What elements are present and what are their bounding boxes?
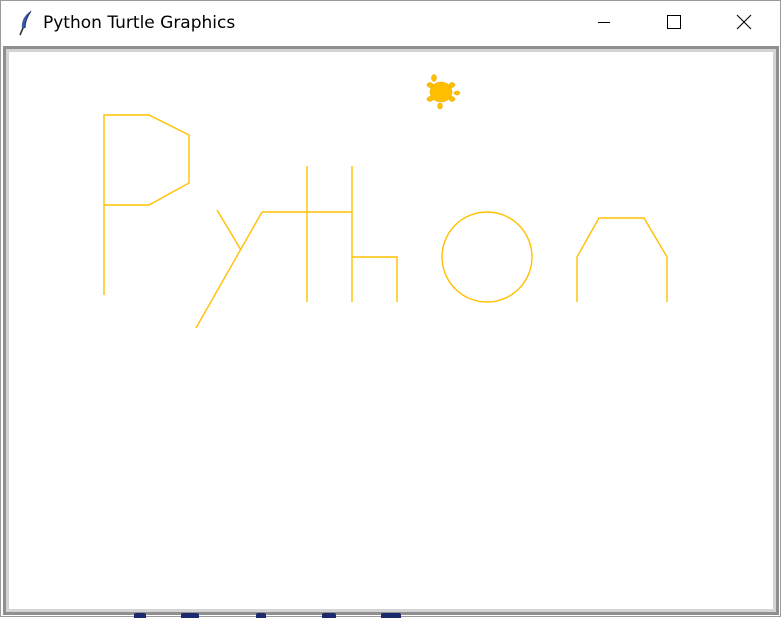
canvas-frame — [3, 46, 779, 615]
maximize-icon — [666, 14, 682, 34]
letter-p-stroke — [103, 114, 190, 295]
letter-y-stroke-left — [216, 209, 242, 251]
turtle-window: Python Turtle Graphics — [0, 0, 781, 618]
letter-n-stroke — [576, 217, 668, 302]
close-icon — [736, 14, 752, 34]
title-bar[interactable]: Python Turtle Graphics — [1, 1, 780, 46]
maximize-button[interactable] — [639, 1, 709, 46]
turtle-canvas[interactable] — [9, 52, 773, 609]
window-title: Python Turtle Graphics — [43, 13, 236, 33]
letter-o-stroke — [441, 211, 533, 303]
close-button[interactable] — [709, 1, 779, 46]
turtle-icon — [426, 74, 461, 110]
minimize-icon — [596, 14, 612, 34]
minimize-button[interactable] — [569, 1, 639, 46]
turtle-drawing — [103, 74, 668, 329]
underlying-window-edge — [106, 613, 406, 618]
canvas-border — [6, 49, 776, 612]
letter-h-stroke — [351, 166, 398, 302]
feather-icon — [17, 10, 35, 36]
